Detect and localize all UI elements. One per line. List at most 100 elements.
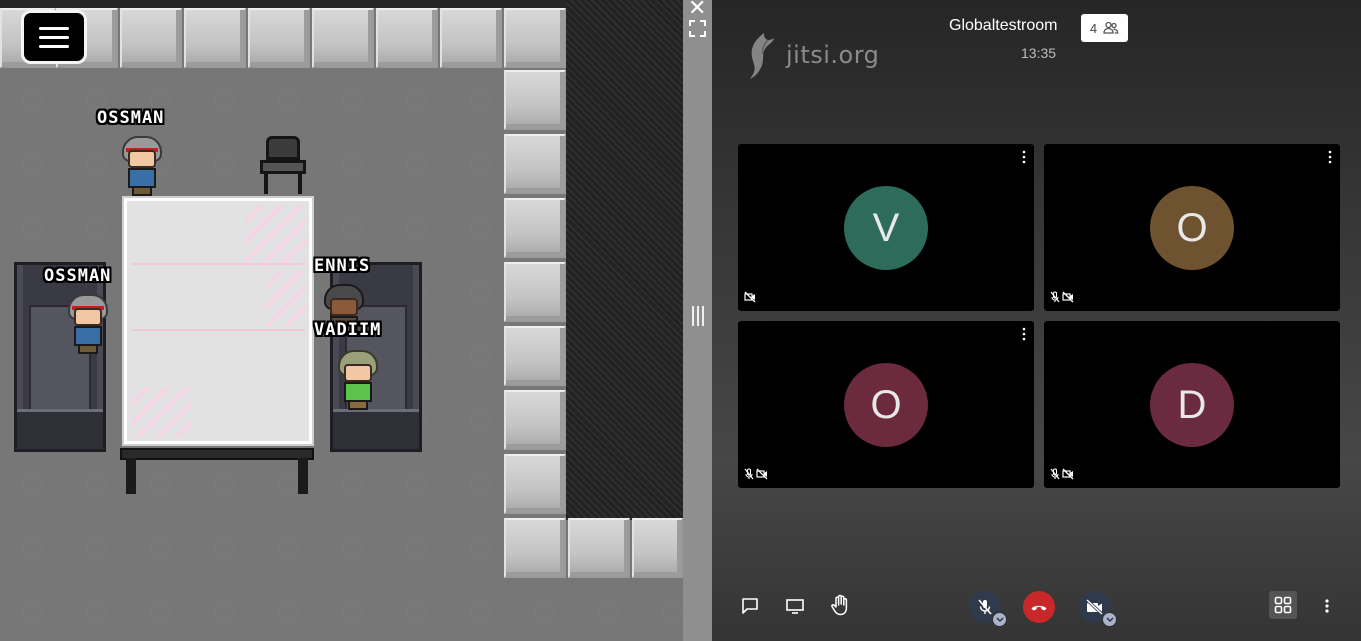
raise-hand-icon <box>831 594 848 616</box>
table-highlight <box>265 271 305 327</box>
player-name: ENNIS <box>314 256 371 276</box>
sofa-arm <box>333 409 419 449</box>
chat-button[interactable] <box>738 594 762 618</box>
wall-block <box>568 518 630 578</box>
table-highlight <box>245 205 305 265</box>
bench-top <box>120 448 314 460</box>
chair-leg <box>298 174 302 194</box>
camera-off-icon <box>756 468 768 480</box>
grid-icon <box>1274 596 1292 614</box>
tile-menu-icon[interactable] <box>1020 327 1028 341</box>
tile-status <box>1050 291 1074 303</box>
participant-count-value: 4 <box>1089 20 1098 36</box>
dark-wall-top <box>0 0 566 8</box>
chair-seat <box>260 160 306 174</box>
mic-muted-icon <box>978 599 992 615</box>
more-vertical-icon <box>1325 599 1329 613</box>
close-icon[interactable]: ✕ <box>688 0 706 21</box>
wall-block <box>312 8 374 68</box>
participant-avatar: O <box>1150 186 1234 270</box>
grip-line <box>702 306 704 326</box>
camera-options-toggle[interactable] <box>1102 612 1117 627</box>
mic-off-icon <box>1050 291 1060 303</box>
wall-block <box>376 8 438 68</box>
mic-off-icon <box>744 468 754 480</box>
table-divider <box>131 263 305 265</box>
wall-block <box>248 8 310 68</box>
player-name: OSSMAN <box>97 108 165 128</box>
participant-avatar: V <box>844 186 928 270</box>
chair-leg <box>264 174 268 194</box>
tile-status <box>1050 468 1074 480</box>
screenshare-icon <box>786 599 804 614</box>
participant-tile[interactable]: O <box>738 321 1034 488</box>
wall-block <box>504 454 566 514</box>
wall-block <box>440 8 502 68</box>
more-actions-button[interactable] <box>1318 594 1336 618</box>
player-avatar[interactable] <box>64 294 112 356</box>
meeting-timer: 13:35 <box>1021 45 1057 61</box>
hangup-icon <box>1031 605 1047 611</box>
tile-status <box>744 468 768 480</box>
tile-menu-icon[interactable] <box>1020 150 1028 164</box>
tile-view-button[interactable] <box>1269 591 1297 619</box>
table-highlight <box>131 387 191 437</box>
table-divider <box>131 329 305 331</box>
jitsi-logo-icon <box>750 33 774 79</box>
app-root: OSSMAN OSSMAN ENNIS VADIIM ✕ jitsi.org G… <box>0 0 1361 641</box>
mic-options-toggle[interactable] <box>992 612 1007 627</box>
wall-block <box>120 8 182 68</box>
room-name: Globaltestroom <box>949 17 1058 34</box>
wall-block <box>504 8 566 68</box>
participant-tile[interactable]: D <box>1044 321 1340 488</box>
wall-block <box>504 134 566 194</box>
bench-leg <box>298 458 308 494</box>
resize-handle[interactable] <box>688 306 708 328</box>
grip-line <box>692 306 694 326</box>
bench <box>120 448 314 494</box>
camera-button[interactable] <box>1079 591 1117 627</box>
grip-line <box>697 306 699 326</box>
sofa-arm <box>17 409 103 449</box>
participant-tile[interactable]: V <box>738 144 1034 311</box>
hangup-button[interactable] <box>1023 591 1055 623</box>
chat-icon <box>742 598 758 614</box>
fullscreen-icon[interactable] <box>689 20 706 37</box>
chair-back <box>266 136 300 160</box>
jitsi-logo-text: jitsi.org <box>786 41 880 69</box>
chevron-down-icon <box>996 617 1003 622</box>
participant-avatar: D <box>1150 363 1234 447</box>
raise-hand-button[interactable] <box>828 592 852 618</box>
player-avatar[interactable] <box>118 136 166 198</box>
avatar-body <box>74 326 102 346</box>
participant-count-badge[interactable]: 4 <box>1081 14 1128 42</box>
jitsi-logo[interactable]: jitsi.org <box>746 30 879 80</box>
panel-divider[interactable]: ✕ <box>683 0 712 641</box>
game-menu-button[interactable] <box>21 10 87 64</box>
chevron-down-icon <box>1106 617 1113 622</box>
mic-off-icon <box>1050 468 1060 480</box>
microphone-button[interactable] <box>969 591 1007 627</box>
screenshare-button[interactable] <box>783 594 807 618</box>
avatar-face <box>330 298 358 316</box>
menu-line <box>39 35 69 39</box>
avatar-legs <box>348 400 368 410</box>
dark-wall <box>566 0 683 520</box>
chair <box>258 136 308 194</box>
meeting-table <box>124 198 312 444</box>
player-avatar[interactable] <box>334 350 382 412</box>
sofa-left <box>14 262 106 452</box>
camera-off-icon <box>1062 291 1074 303</box>
menu-line <box>39 26 69 30</box>
jitsi-panel: jitsi.org Globaltestroom 13:35 4 V O O D <box>712 0 1361 641</box>
participant-tile[interactable]: O <box>1044 144 1340 311</box>
wall-block <box>504 70 566 130</box>
wall-block <box>504 262 566 322</box>
player-name: VADIIM <box>314 320 382 340</box>
avatar-face <box>128 150 156 168</box>
game-canvas[interactable]: OSSMAN OSSMAN ENNIS VADIIM <box>0 0 683 641</box>
tile-menu-icon[interactable] <box>1326 150 1334 164</box>
wall-block <box>504 390 566 450</box>
tile-status <box>744 291 756 303</box>
avatar-body <box>128 168 156 188</box>
